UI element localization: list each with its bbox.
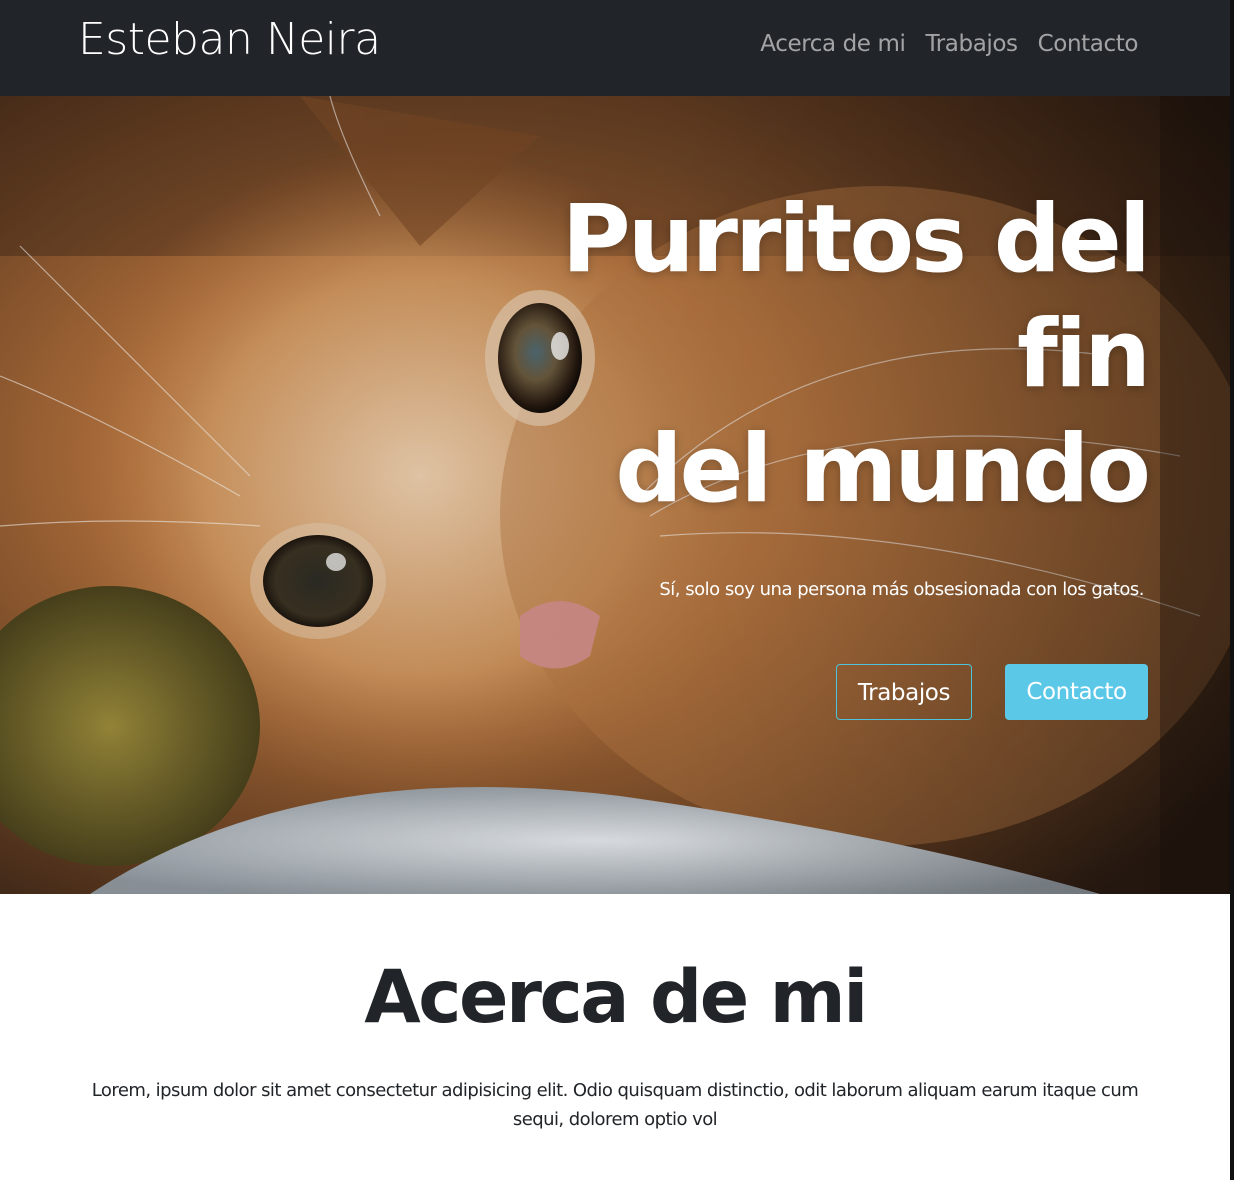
hero-title-line-1: Purritos del bbox=[561, 185, 1151, 294]
nav-link-acerca[interactable]: Acerca de mi bbox=[760, 31, 906, 57]
about-title: Acerca de mi bbox=[364, 955, 868, 1040]
hero-title-line-2: fin bbox=[1016, 300, 1151, 409]
hero-title: Purritos del fin del mundo bbox=[528, 182, 1151, 527]
hero-title-line-3: del mundo bbox=[615, 415, 1151, 524]
nav-links: Acerca de mi Trabajos Contacto bbox=[760, 31, 1138, 57]
about-text: Lorem, ipsum dolor sit amet consectetur … bbox=[91, 1080, 1139, 1130]
hero-subtitle: Sí, solo soy una persona más obsesionada… bbox=[659, 579, 1144, 600]
nav-link-trabajos[interactable]: Trabajos bbox=[925, 31, 1018, 57]
page: Esteban Neira Acerca de mi Trabajos Cont… bbox=[0, 0, 1234, 1180]
hero-section: Purritos del fin del mundo Sí, solo soy un… bbox=[0, 96, 1230, 894]
nav-link-contacto[interactable]: Contacto bbox=[1038, 31, 1139, 57]
contacto-button[interactable]: Contacto bbox=[1005, 664, 1148, 720]
navbar: Esteban Neira Acerca de mi Trabajos Cont… bbox=[0, 0, 1230, 96]
trabajos-button[interactable]: Trabajos bbox=[836, 664, 972, 720]
brand-link[interactable]: Esteban Neira bbox=[78, 14, 381, 65]
